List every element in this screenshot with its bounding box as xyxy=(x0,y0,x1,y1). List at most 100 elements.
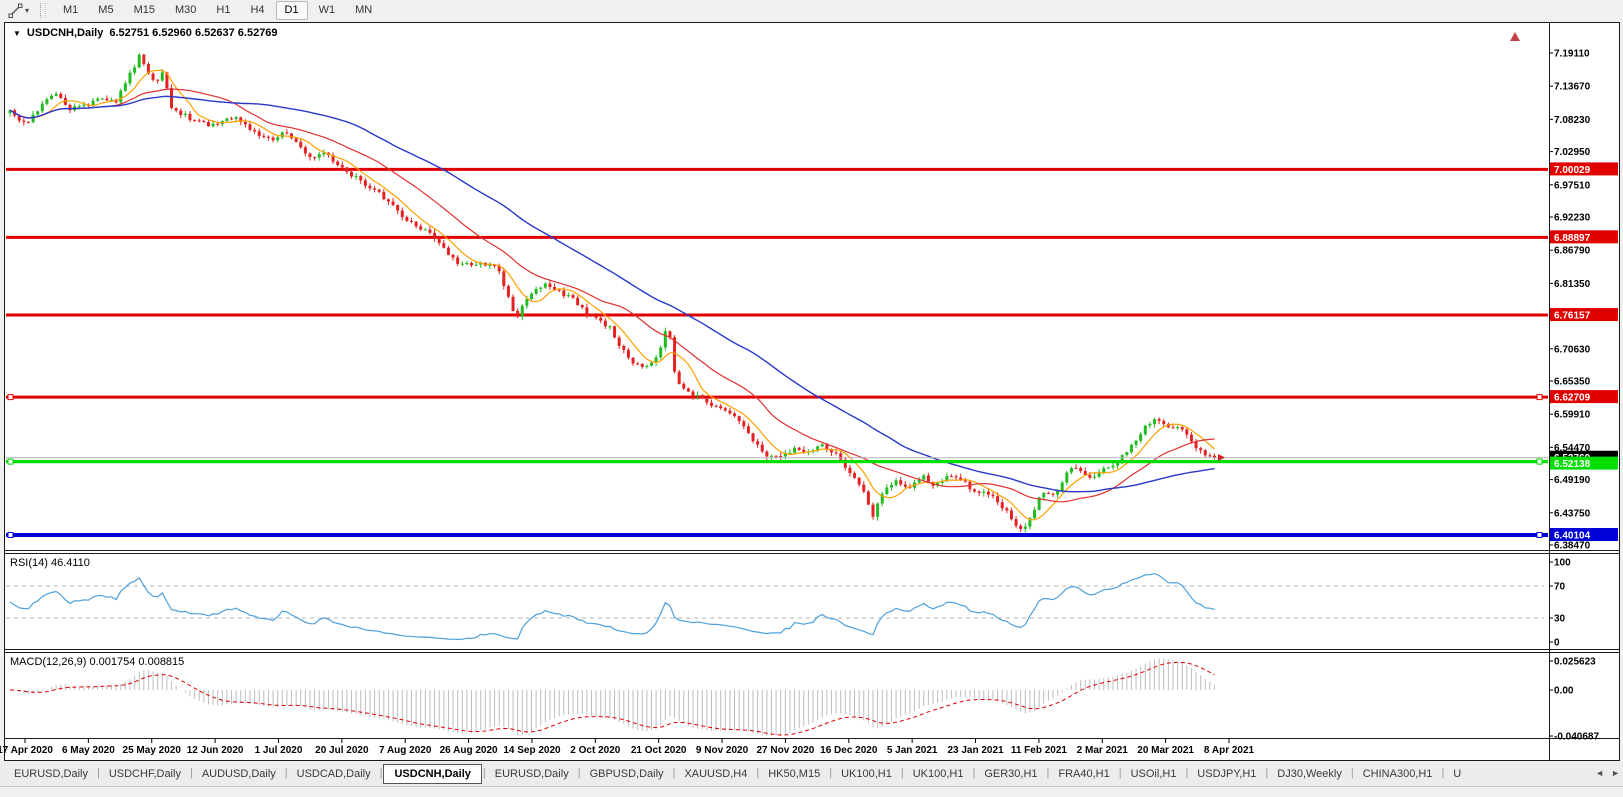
axis-label: 6.76157 xyxy=(1554,311,1591,322)
axis-label: 9 Nov 2020 xyxy=(696,745,749,756)
timeframe-button-w1[interactable]: W1 xyxy=(310,1,345,20)
axis-label: 21 Oct 2020 xyxy=(631,745,687,756)
axis-label: 0.00 xyxy=(1554,686,1574,697)
tab-u[interactable]: U xyxy=(1445,764,1469,784)
tab-separator: | xyxy=(672,767,677,779)
axis-label: 7.13670 xyxy=(1554,82,1591,93)
chart-ohlc-values: 6.52751 6.52960 6.52637 6.52769 xyxy=(109,27,277,39)
axis-label: 8 Apr 2021 xyxy=(1204,745,1255,756)
timeframe-buttons: M1M5M15M30H1H4D1W1MN xyxy=(53,1,382,20)
tab-china300-h1[interactable]: CHINA300,H1 xyxy=(1355,764,1441,784)
axis-label: 6 May 2020 xyxy=(62,745,115,756)
dropdown-caret-icon[interactable]: ▾ xyxy=(25,7,29,15)
axis-label: 0 xyxy=(1554,638,1560,649)
timeframe-button-d1[interactable]: D1 xyxy=(276,1,308,20)
chart-title: ▼ USDCNH,Daily 6.52751 6.52960 6.52637 6… xyxy=(13,27,278,39)
axis-label: 20 Mar 2021 xyxy=(1137,745,1194,756)
tab-fra40-h1[interactable]: FRA40,H1 xyxy=(1050,764,1117,784)
axis-label: 16 Dec 2020 xyxy=(820,745,878,756)
cursor-tool-button[interactable]: ▾ xyxy=(4,1,33,20)
toolbar-grip[interactable] xyxy=(40,3,46,18)
axis-label: 7.02950 xyxy=(1554,147,1591,158)
tab-scroll-arrows: ◄ ► xyxy=(1591,766,1620,780)
line-handle[interactable] xyxy=(1537,533,1542,538)
line-handle[interactable] xyxy=(8,395,13,400)
collapse-arrow-icon[interactable]: ▼ xyxy=(13,29,21,38)
chart-canvas: 7.191107.136707.082307.029506.975106.922… xyxy=(0,0,1623,797)
timeframe-button-h4[interactable]: H4 xyxy=(241,1,273,20)
tab-separator: | xyxy=(577,767,582,779)
tab-eurusd-daily[interactable]: EURUSD,Daily xyxy=(6,764,96,784)
axis-label: 7 Aug 2020 xyxy=(379,745,432,756)
tab-usdchf-daily[interactable]: USDCHF,Daily xyxy=(101,764,189,784)
axis-label: 6.97510 xyxy=(1554,180,1591,191)
tab-separator: | xyxy=(1184,767,1189,779)
tab-ger30-h1[interactable]: GER30,H1 xyxy=(976,764,1045,784)
tab-dj30-weekly[interactable]: DJ30,Weekly xyxy=(1269,764,1350,784)
tab-scroll-right-icon[interactable]: ► xyxy=(1611,766,1620,780)
chart-tabs-bar: EURUSD,Daily|USDCHF,Daily|AUDUSD,Daily|U… xyxy=(0,762,1623,786)
tab-uk100-h1[interactable]: UK100,H1 xyxy=(905,764,972,784)
timeframe-button-m1[interactable]: M1 xyxy=(54,1,87,20)
tab-uk100-h1[interactable]: UK100,H1 xyxy=(833,764,900,784)
axis-label: 17 Apr 2020 xyxy=(0,745,53,756)
axis-label: 5 Jan 2021 xyxy=(887,745,938,756)
tab-scroll-left-icon[interactable]: ◄ xyxy=(1595,766,1604,780)
axis-label: 6.65350 xyxy=(1554,376,1591,387)
axis-label: 6.38470 xyxy=(1554,540,1591,551)
tab-audusd-daily[interactable]: AUDUSD,Daily xyxy=(194,764,284,784)
axis-label: 6.49190 xyxy=(1554,475,1591,486)
tab-separator: | xyxy=(1440,767,1445,779)
axis-label: 70 xyxy=(1554,582,1566,593)
timeframe-button-m30[interactable]: M30 xyxy=(166,1,205,20)
axis-label: 7.08230 xyxy=(1554,115,1591,126)
axis-label: 26 Aug 2020 xyxy=(440,745,498,756)
tab-separator: | xyxy=(971,767,976,779)
tab-separator: | xyxy=(189,767,194,779)
axis-label: 14 Sep 2020 xyxy=(503,745,561,756)
tab-gbpusd-daily[interactable]: GBPUSD,Daily xyxy=(582,764,672,784)
axis-label: 30 xyxy=(1554,614,1566,625)
axis-label: 2 Oct 2020 xyxy=(570,745,620,756)
axis-label: 7.19110 xyxy=(1554,49,1590,60)
tab-separator: | xyxy=(828,767,833,779)
timeframe-button-h1[interactable]: H1 xyxy=(207,1,239,20)
tab-usdcad-daily[interactable]: USDCAD,Daily xyxy=(289,764,379,784)
axis-label: 0.025623 xyxy=(1554,657,1596,668)
axis-label: 23 Jan 2021 xyxy=(947,745,1004,756)
axis-label: 6.81350 xyxy=(1554,279,1591,290)
cursor-tool-group: ▾ xyxy=(0,1,37,20)
tab-hk50-m15[interactable]: HK50,M15 xyxy=(760,764,828,784)
tab-separator: | xyxy=(482,767,487,779)
tab-xauusd-h4[interactable]: XAUUSD,H4 xyxy=(676,764,755,784)
cursor-tool-icon xyxy=(8,3,23,18)
axis-label: 6.52138 xyxy=(1554,459,1591,470)
tab-usoil-h1[interactable]: USOil,H1 xyxy=(1123,764,1185,784)
tab-separator: | xyxy=(1118,767,1123,779)
tab-eurusd-daily[interactable]: EURUSD,Daily xyxy=(487,764,577,784)
axis-label: 6.43750 xyxy=(1554,508,1591,519)
tab-separator: | xyxy=(379,767,384,779)
line-handle[interactable] xyxy=(1537,395,1542,400)
axis-label: 6.86790 xyxy=(1554,246,1591,257)
line-handle[interactable] xyxy=(1537,459,1542,464)
timeframe-button-m15[interactable]: M15 xyxy=(125,1,164,20)
tab-separator: | xyxy=(1264,767,1269,779)
axis-label: 6.70630 xyxy=(1554,344,1591,355)
rsi-label: RSI(14) 46.4110 xyxy=(10,557,90,569)
tab-separator: | xyxy=(900,767,905,779)
axis-label: 11 Feb 2021 xyxy=(1011,745,1068,756)
tab-separator: | xyxy=(755,767,760,779)
axis-label: 6.59910 xyxy=(1554,410,1591,421)
line-handle[interactable] xyxy=(8,533,13,538)
tab-usdjpy-h1[interactable]: USDJPY,H1 xyxy=(1189,764,1264,784)
axis-label: 1 Jul 2020 xyxy=(255,745,303,756)
chart-symbol-label: USDCNH,Daily xyxy=(27,27,103,39)
tab-usdcnh-daily[interactable]: USDCNH,Daily xyxy=(383,764,481,784)
line-handle[interactable] xyxy=(8,459,13,464)
axis-label: 6.88897 xyxy=(1554,233,1591,244)
timeframe-button-m5[interactable]: M5 xyxy=(89,1,122,20)
timeframe-button-mn[interactable]: MN xyxy=(346,1,381,20)
tab-separator: | xyxy=(1046,767,1051,779)
macd-label: MACD(12,26,9) 0.001754 0.008815 xyxy=(10,656,184,668)
